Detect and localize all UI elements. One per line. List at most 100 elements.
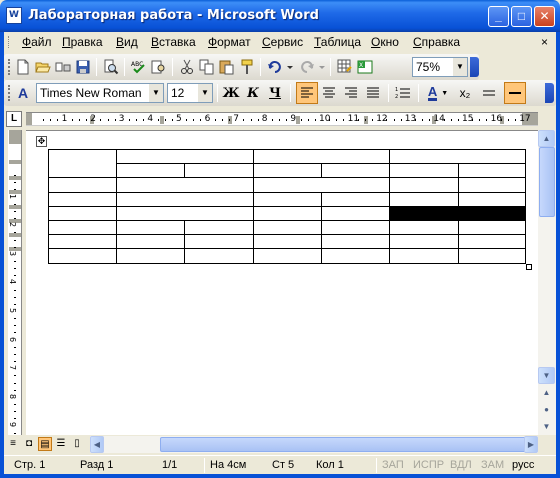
align-right-icon[interactable] [342,84,360,102]
styles-icon[interactable]: A [14,84,32,102]
next-page-icon[interactable]: ▼ [538,418,555,435]
status-overtype[interactable]: ЗАМ [481,459,504,471]
status-track-changes[interactable]: ИСПР [413,459,444,471]
previous-page-icon[interactable]: ▲ [538,384,555,401]
word-app-icon[interactable]: W [6,7,22,24]
document-page[interactable]: ✥ [26,130,538,435]
insert-excel-icon[interactable]: X [356,58,374,76]
save-icon[interactable] [74,58,92,76]
table-move-icon[interactable]: ✥ [36,136,47,147]
menu-view[interactable]: Вид [116,35,138,49]
menu-file[interactable]: Файл [22,35,52,49]
numbered-list-icon[interactable]: 12 [394,84,412,102]
zoom-combo[interactable]: 75% ▼ [412,57,468,77]
chevron-down-icon[interactable]: ▼ [441,90,448,97]
menu-edit[interactable]: Правка [62,35,103,49]
horizontal-scroll-thumb[interactable] [160,437,538,452]
tab-selector[interactable]: L [6,111,22,127]
horizontal-scrollbar[interactable]: ◀ ▶ [90,436,538,453]
ruler-tick [257,119,259,121]
document-close-button[interactable]: × [541,35,548,49]
align-center-icon[interactable] [320,84,338,102]
browse-object-icon[interactable]: ● [538,401,555,418]
close-button[interactable]: ✕ [534,6,555,27]
chevron-down-icon[interactable]: ▼ [453,58,467,76]
redo-icon[interactable] [298,58,326,76]
permission-icon[interactable] [54,58,72,76]
row-marker[interactable] [9,176,21,180]
paste-icon[interactable] [218,58,236,76]
scroll-right-icon[interactable]: ▶ [524,436,538,453]
menu-table[interactable]: Таблица [314,35,361,49]
subscript-button[interactable]: x₂ [456,84,474,102]
underline-button[interactable]: Ч [266,84,284,102]
row-marker[interactable] [9,205,21,209]
vertical-scroll-thumb[interactable] [539,147,555,217]
selected-cell[interactable] [389,206,526,220]
scroll-left-icon[interactable]: ◀ [90,436,104,453]
menu-grip[interactable] [8,36,11,48]
row-marker[interactable] [9,160,21,164]
title-bar[interactable]: W Лабораторная работа - Microsoft Word _… [0,0,560,32]
ruler-tick [400,119,402,121]
ruler-label: 6 [8,336,18,342]
minimize-button[interactable]: _ [488,6,509,27]
align-left-icon[interactable] [296,82,318,104]
justify-icon[interactable] [364,84,382,102]
ruler-tick [143,119,145,121]
status-extend[interactable]: ВДЛ [450,459,472,471]
row-marker[interactable] [9,233,21,237]
maximize-button[interactable]: □ [511,6,532,27]
toolbar-separator [96,58,97,76]
status-language: русс [512,459,535,471]
horizontal-ruler[interactable]: 1 2 3 4 5 6 7 8 9 10 11 12 13 14 15 16 17 [26,112,538,126]
web-view-icon[interactable]: ◘ [22,437,36,451]
highlight-border-icon[interactable] [504,82,526,104]
status-record[interactable]: ЗАП [382,459,404,471]
toolbar-grip[interactable] [8,59,11,75]
menu-tools[interactable]: Сервис [262,35,303,49]
italic-button[interactable]: К [244,84,262,102]
insert-table-icon[interactable] [336,58,354,76]
new-document-icon[interactable] [14,58,32,76]
reading-view-icon[interactable]: ▯ [70,437,84,451]
chevron-down-icon[interactable]: ▼ [149,84,163,102]
normal-view-icon[interactable]: ≡ [6,437,20,451]
scroll-down-icon[interactable]: ▼ [538,367,555,384]
open-icon[interactable] [34,58,52,76]
scroll-up-icon[interactable]: ▲ [538,130,555,147]
copy-icon[interactable] [198,58,216,76]
chevron-down-icon[interactable]: ▼ [198,84,212,102]
toolbar-options-button[interactable] [470,57,479,77]
bold-button[interactable]: Ж [222,84,240,102]
menu-window[interactable]: Окно [371,35,399,49]
view-buttons: ≡ ◘ ▤ ☰ ▯ [6,436,90,453]
table-col-line [184,220,185,264]
format-painter-icon[interactable] [238,58,256,76]
menu-format[interactable]: Формат [208,35,251,49]
menu-insert[interactable]: Вставка [151,35,196,49]
print-preview-icon[interactable] [102,58,120,76]
cut-icon[interactable] [178,58,196,76]
research-icon[interactable] [150,58,168,76]
ruler-label: 9 [8,422,18,428]
print-layout-icon[interactable]: ▤ [38,437,52,451]
vertical-ruler[interactable]: 12345678910 [8,130,22,435]
undo-icon[interactable] [266,58,294,76]
toolbar-grip[interactable] [8,85,11,101]
spelling-icon[interactable]: ABC [130,58,148,76]
column-marker[interactable] [296,116,300,124]
font-name-combo[interactable]: Times New Roman ▼ [36,83,164,103]
outline-view-icon[interactable]: ☰ [54,437,68,451]
document-table[interactable] [48,149,526,264]
vertical-scrollbar[interactable]: ▲ ▼ ▲ ● ▼ [538,130,556,435]
toolbar-options-button[interactable] [545,83,554,103]
menu-help[interactable]: Справка [413,35,460,49]
font-color-button[interactable]: A ▼ [424,84,452,102]
table-resize-handle[interactable] [526,264,532,270]
ruler-tick [14,411,16,413]
font-size-combo[interactable]: 12 ▼ [167,83,213,103]
ruler-tick [14,268,16,270]
column-marker[interactable] [160,116,164,124]
border-line-icon[interactable] [480,84,498,102]
